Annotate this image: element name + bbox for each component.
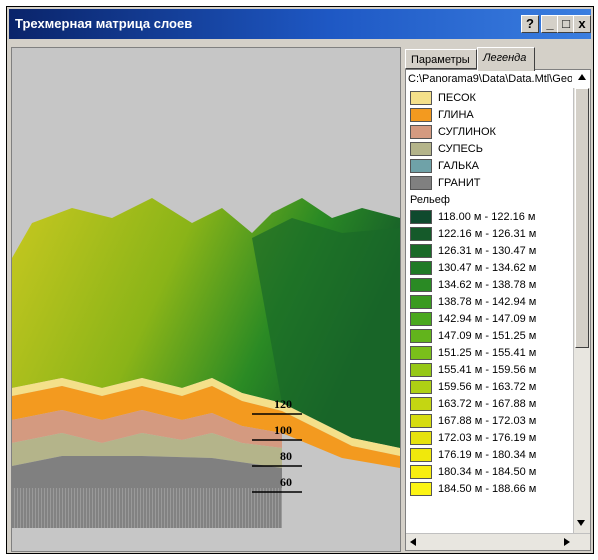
- color-swatch: [410, 363, 432, 377]
- color-swatch: [410, 227, 432, 241]
- relief-item[interactable]: 147.09 м - 151.25 м: [408, 328, 576, 345]
- depth-label-100: 100: [274, 423, 292, 437]
- relief-item[interactable]: 180.34 м - 184.50 м: [408, 464, 576, 481]
- scroll-down-icon[interactable]: [577, 520, 585, 526]
- granite-mesh: [12, 488, 282, 528]
- layer-item[interactable]: СУПЕСЬ: [408, 141, 576, 158]
- color-swatch: [410, 176, 432, 190]
- tab-parameters[interactable]: Параметры: [405, 49, 477, 69]
- 3d-layer-matrix-view: 120 100 80 60: [12, 48, 400, 551]
- color-swatch: [410, 465, 432, 479]
- layer-label: СУПЕСЬ: [438, 143, 483, 155]
- scroll-thumb[interactable]: [575, 88, 589, 348]
- depth-label-80: 80: [280, 449, 292, 463]
- color-swatch: [410, 346, 432, 360]
- color-swatch: [410, 261, 432, 275]
- layer-item[interactable]: ГЛИНА: [408, 107, 576, 124]
- layer-label: ПЕСОК: [438, 92, 476, 104]
- layer-label: ГАЛЬКА: [438, 160, 479, 172]
- title-bar[interactable]: Трехмерная матрица слоев ? _ □ x: [9, 9, 591, 39]
- relief-label: 122.16 м - 126.31 м: [438, 228, 537, 240]
- color-swatch: [410, 159, 432, 173]
- layer-item[interactable]: ПЕСОК: [408, 90, 576, 107]
- relief-item[interactable]: 176.19 м - 180.34 м: [408, 447, 576, 464]
- scroll-up-icon[interactable]: [578, 74, 586, 80]
- color-swatch: [410, 295, 432, 309]
- legend-panel: C:\Panorama9\Data\Data.Mtl\Geor ПЕСОК ГЛИ…: [405, 69, 591, 551]
- color-swatch: [410, 108, 432, 122]
- layer-label: СУГЛИНОК: [438, 126, 496, 138]
- vertical-scrollbar[interactable]: [573, 88, 590, 536]
- color-swatch: [410, 397, 432, 411]
- color-swatch: [410, 244, 432, 258]
- relief-item[interactable]: 155.41 м - 159.56 м: [408, 362, 576, 379]
- relief-item[interactable]: 126.31 м - 130.47 м: [408, 243, 576, 260]
- depth-label-60: 60: [280, 475, 292, 489]
- relief-label: 118.00 м - 122.16 м: [438, 211, 536, 223]
- relief-label: 167.88 м - 172.03 м: [438, 415, 537, 427]
- color-swatch: [410, 278, 432, 292]
- relief-label: 172.03 м - 176.19 м: [438, 432, 537, 444]
- layer-item[interactable]: ГРАНИТ: [408, 175, 576, 192]
- relief-label: 163.72 м - 167.88 м: [438, 398, 537, 410]
- relief-item[interactable]: 134.62 м - 138.78 м: [408, 277, 576, 294]
- relief-label: 184.50 м - 188.66 м: [438, 483, 537, 495]
- scroll-left-icon[interactable]: [410, 538, 416, 546]
- close-button[interactable]: x: [573, 15, 591, 33]
- color-swatch: [410, 448, 432, 462]
- relief-item[interactable]: 151.25 м - 155.41 м: [408, 345, 576, 362]
- depth-label-120: 120: [274, 397, 292, 411]
- relief-label: 130.47 м - 134.62 м: [438, 262, 537, 274]
- layer-item[interactable]: ГАЛЬКА: [408, 158, 576, 175]
- layer-item[interactable]: СУГЛИНОК: [408, 124, 576, 141]
- help-button[interactable]: ?: [521, 15, 539, 33]
- relief-label: 176.19 м - 180.34 м: [438, 449, 537, 461]
- relief-label: 147.09 м - 151.25 м: [438, 330, 537, 342]
- layer-label: ГЛИНА: [438, 109, 474, 121]
- color-swatch: [410, 329, 432, 343]
- color-swatch: [410, 125, 432, 139]
- color-swatch: [410, 312, 432, 326]
- color-swatch: [410, 142, 432, 156]
- relief-item[interactable]: 142.94 м - 147.09 м: [408, 311, 576, 328]
- layer-label: ГРАНИТ: [438, 177, 481, 189]
- horizontal-scrollbar[interactable]: [406, 533, 590, 550]
- relief-item[interactable]: 172.03 м - 176.19 м: [408, 430, 576, 447]
- color-swatch: [410, 210, 432, 224]
- relief-label: 180.34 м - 184.50 м: [438, 466, 537, 478]
- relief-label: 134.62 м - 138.78 м: [438, 279, 537, 291]
- relief-item[interactable]: 122.16 м - 126.31 м: [408, 226, 576, 243]
- relief-label: 151.25 м - 155.41 м: [438, 347, 537, 359]
- color-swatch: [410, 431, 432, 445]
- relief-item[interactable]: 138.78 м - 142.94 м: [408, 294, 576, 311]
- window-title: Трехмерная матрица слоев: [15, 16, 193, 31]
- color-swatch: [410, 482, 432, 496]
- color-swatch: [410, 414, 432, 428]
- 3d-view[interactable]: 120 100 80 60: [11, 47, 401, 552]
- window: Трехмерная матрица слоев ? _ □ x 120 100…: [6, 6, 594, 554]
- relief-item[interactable]: 118.00 м - 122.16 м: [408, 209, 576, 226]
- relief-item[interactable]: 163.72 м - 167.88 м: [408, 396, 576, 413]
- relief-item[interactable]: 159.56 м - 163.72 м: [408, 379, 576, 396]
- relief-label: 126.31 м - 130.47 м: [438, 245, 537, 257]
- scroll-right-icon[interactable]: [564, 538, 570, 546]
- color-swatch: [410, 380, 432, 394]
- legend-list: ПЕСОК ГЛИНА СУГЛИНОК СУПЕСЬ ГАЛЬКА ГРАНИТ Рель…: [408, 90, 576, 498]
- relief-item[interactable]: 184.50 м - 188.66 м: [408, 481, 576, 498]
- relief-label: 155.41 м - 159.56 м: [438, 364, 537, 376]
- relief-item[interactable]: 130.47 м - 134.62 м: [408, 260, 576, 277]
- relief-item[interactable]: 167.88 м - 172.03 м: [408, 413, 576, 430]
- tab-legend[interactable]: Легенда: [477, 47, 535, 71]
- relief-label: 142.94 м - 147.09 м: [438, 313, 537, 325]
- legend-path: C:\Panorama9\Data\Data.Mtl\Geor: [408, 73, 572, 85]
- relief-label: 159.56 м - 163.72 м: [438, 381, 537, 393]
- relief-title: Рельеф: [410, 194, 450, 206]
- relief-label: 138.78 м - 142.94 м: [438, 296, 537, 308]
- color-swatch: [410, 91, 432, 105]
